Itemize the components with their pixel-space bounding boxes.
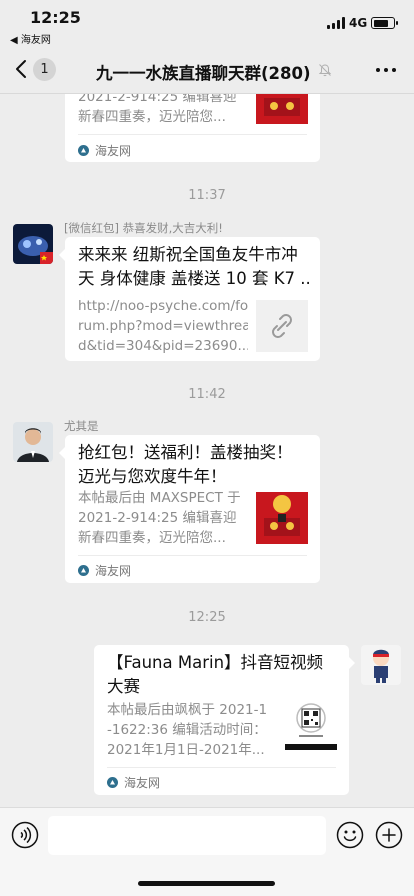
red-envelope-image <box>256 94 308 124</box>
avatar-cartoon-diver[interactable] <box>361 645 401 685</box>
source-logo-icon <box>78 565 89 576</box>
card-desc-line: 2021-2-914:25 编辑喜迎 <box>78 94 237 105</box>
avatar-man-suit[interactable] <box>13 422 53 462</box>
status-time: 12:25 <box>30 8 81 27</box>
card-source: 海友网 <box>107 774 160 791</box>
message-card[interactable]: 2021-2-914:25 编辑喜迎 新春四重奏，迈光陪您... 海友网 <box>65 94 320 162</box>
link-icon <box>256 300 308 352</box>
card-title-line: 抢红包！送福利！盖楼抽奖！ <box>78 443 293 462</box>
timestamp: 11:37 <box>188 188 226 203</box>
card-desc-line: 本帖最后由 MAXSPECT 于 <box>78 490 241 506</box>
message-list[interactable]: 2021-2-914:25 编辑喜迎 新春四重奏，迈光陪您... 海友网 11:… <box>0 94 414 807</box>
message-card[interactable]: 抢红包！送福利！盖楼抽奖！ 迈光与您欢度牛年！ 本帖最后由 MAXSPECT 于… <box>65 435 320 583</box>
card-desc-line: 2021年1月1日-2021年... <box>107 742 265 758</box>
message-input[interactable] <box>48 816 326 855</box>
home-indicator[interactable] <box>138 881 275 886</box>
card-desc-line: 新春四重奏，迈光陪您... <box>78 109 226 125</box>
card-source-label: 海友网 <box>124 776 161 790</box>
card-desc-line: 本帖最后由飒枫于 2021-1 <box>107 702 268 718</box>
bubble-tail <box>349 657 355 669</box>
card-desc-line: d&tid=304&pid=23690... <box>78 338 248 354</box>
battery-icon <box>371 17 398 29</box>
qr-code-image <box>285 698 337 750</box>
message-card[interactable]: 【Fauna Marin】抖音短视频 大赛 本帖最后由飒枫于 2021-1 -1… <box>94 645 349 795</box>
card-desc-line: http://noo-psyche.com/fo <box>78 298 248 314</box>
card-desc-line: rum.php?mod=viewthrea <box>78 318 248 334</box>
card-source: 海友网 <box>78 142 131 159</box>
emoji-icon[interactable] <box>336 821 364 849</box>
card-title-line: 【Fauna Marin】抖音短视频 <box>107 653 324 672</box>
voice-icon[interactable] <box>11 821 39 849</box>
back-to-app-link[interactable]: ◀ 海友网 <box>10 31 51 46</box>
chat-title: 九一一水族直播聊天群(280) <box>96 64 311 83</box>
card-title-line: 来来来 纽斯祝全国鱼友牛市冲 <box>78 245 298 264</box>
card-title-line: 迈光与您欢度牛年！ <box>78 467 227 486</box>
status-bar: 12:25 ◀ 海友网 4G <box>0 0 414 46</box>
card-divider <box>107 767 336 768</box>
card-source: 海友网 <box>78 562 131 579</box>
card-divider <box>78 134 307 135</box>
avatar-fish-tank[interactable] <box>13 224 53 264</box>
network-type: 4G <box>349 16 368 30</box>
message-card[interactable]: 来来来 纽斯祝全国鱼友牛市冲 天 身体健康 盖楼送 10 套 K7 ... ht… <box>65 237 320 361</box>
timestamp: 12:25 <box>188 610 226 625</box>
card-source-label: 海友网 <box>95 564 132 578</box>
card-source-label: 海友网 <box>95 144 132 158</box>
card-desc-line: -1622:36 编辑活动时间： <box>107 722 267 738</box>
card-title-line: 大赛 <box>107 677 140 696</box>
source-logo-icon <box>107 777 118 788</box>
sender-name: [微信红包] 恭喜发财,大吉大利! <box>64 221 223 235</box>
timestamp: 11:42 <box>188 387 226 402</box>
sender-name: 尤其是 <box>64 419 99 433</box>
card-desc-line: 新春四重奏，迈光陪您... <box>78 530 226 546</box>
plus-icon[interactable] <box>375 821 403 849</box>
card-title-line: 天 身体健康 盖楼送 10 套 K7 ... <box>78 269 310 288</box>
signal-icon <box>327 17 345 29</box>
unread-badge[interactable]: 1 <box>33 58 56 81</box>
card-desc-line: 2021-2-914:25 编辑喜迎 <box>78 510 237 526</box>
red-envelope-image <box>256 492 308 544</box>
chevron-left-icon[interactable] <box>14 59 30 79</box>
chat-header: 1 九一一水族直播聊天群(280) <box>0 46 414 94</box>
source-logo-icon <box>78 145 89 156</box>
bell-mute-icon <box>318 64 332 77</box>
more-dots-icon[interactable] <box>376 68 396 73</box>
card-divider <box>78 555 307 556</box>
